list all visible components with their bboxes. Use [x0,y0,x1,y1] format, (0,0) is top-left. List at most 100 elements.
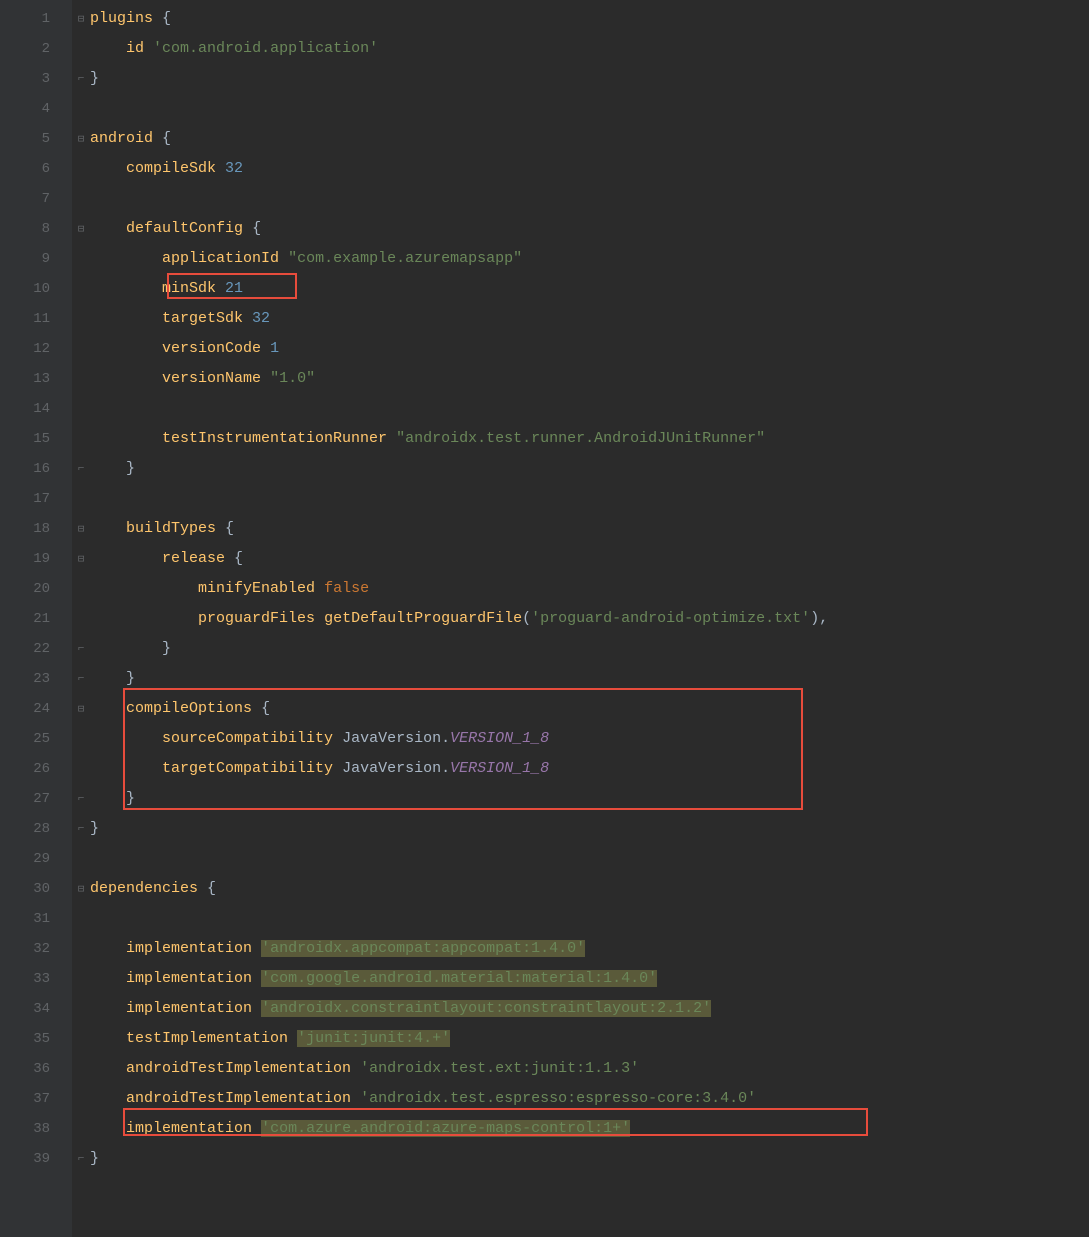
code-line[interactable]: implementation 'com.azure.android:azure-… [90,1114,1089,1144]
code-line[interactable] [90,904,1089,934]
line-number: 7 [0,184,72,214]
token-static: VERSION_1_8 [450,730,549,747]
token-fn: buildTypes [126,520,216,537]
code-line[interactable]: applicationId "com.example.azuremapsapp" [90,244,1089,274]
token-fn: sourceCompatibility [162,730,333,747]
code-line[interactable]: minifyEnabled false [90,574,1089,604]
fold-open-icon[interactable]: ⊟ [72,694,90,724]
fold-close-icon[interactable]: ⌐ [72,664,90,694]
line-number: 2 [0,34,72,64]
code-line[interactable]: implementation 'androidx.appcompat:appco… [90,934,1089,964]
token-punct: , [819,610,828,627]
fold-close-icon[interactable]: ⌐ [72,64,90,94]
code-line[interactable] [90,184,1089,214]
token-fn: release [162,550,225,567]
token-punct: ) [810,610,819,627]
line-number: 38 [0,1114,72,1144]
code-line[interactable]: implementation 'androidx.constraintlayou… [90,994,1089,1024]
token-plain [315,610,324,627]
code-line[interactable] [90,94,1089,124]
token-str: 'proguard-android-optimize.txt' [531,610,810,627]
line-number: 28 [0,814,72,844]
token-num: 32 [225,160,243,177]
fold-close-icon[interactable]: ⌐ [72,784,90,814]
code-line[interactable]: } [90,454,1089,484]
code-line[interactable]: plugins { [90,4,1089,34]
token-num: 1 [270,340,279,357]
code-line[interactable]: } [90,664,1089,694]
code-line[interactable]: compileOptions { [90,694,1089,724]
code-line[interactable]: buildTypes { [90,514,1089,544]
line-number: 13 [0,364,72,394]
code-line[interactable]: implementation 'com.google.android.mater… [90,964,1089,994]
fold-none [72,1084,90,1114]
code-line[interactable] [90,394,1089,424]
token-plain [90,550,162,567]
code-line[interactable]: release { [90,544,1089,574]
code-line[interactable]: targetSdk 32 [90,304,1089,334]
code-line[interactable]: testImplementation 'junit:junit:4.+' [90,1024,1089,1054]
fold-none [72,964,90,994]
token-plain [333,730,342,747]
token-plain [90,460,126,477]
token-brace: } [90,70,99,87]
line-number: 32 [0,934,72,964]
token-plain [90,520,126,537]
code-line[interactable]: targetCompatibility JavaVersion.VERSION_… [90,754,1089,784]
line-number: 14 [0,394,72,424]
token-plain [243,310,252,327]
token-static: VERSION_1_8 [450,760,549,777]
token-fn: id [126,40,144,57]
fold-none [72,844,90,874]
code-line[interactable] [90,484,1089,514]
fold-open-icon[interactable]: ⊟ [72,214,90,244]
code-line[interactable]: versionCode 1 [90,334,1089,364]
token-plain [90,430,162,447]
code-line[interactable]: } [90,634,1089,664]
token-plain [252,940,261,957]
line-number: 36 [0,1054,72,1084]
token-plain [153,130,162,147]
token-plain [216,160,225,177]
code-line[interactable]: compileSdk 32 [90,154,1089,184]
fold-close-icon[interactable]: ⌐ [72,634,90,664]
line-number-gutter: 1234567891011121314151617181920212223242… [0,0,72,1237]
code-line[interactable]: testInstrumentationRunner "androidx.test… [90,424,1089,454]
code-line[interactable]: android { [90,124,1089,154]
token-plain: JavaVersion [342,760,441,777]
fold-none [72,184,90,214]
fold-open-icon[interactable]: ⊟ [72,874,90,904]
code-line[interactable]: defaultConfig { [90,214,1089,244]
line-number: 39 [0,1144,72,1174]
code-editor-area[interactable]: plugins { id 'com.android.application'} a… [90,0,1089,1237]
token-plain [90,790,126,807]
fold-open-icon[interactable]: ⊟ [72,124,90,154]
code-line[interactable]: } [90,784,1089,814]
line-number: 35 [0,1024,72,1054]
code-line[interactable]: sourceCompatibility JavaVersion.VERSION_… [90,724,1089,754]
code-line[interactable]: minSdk 21 [90,274,1089,304]
token-plain [252,700,261,717]
code-line[interactable]: versionName "1.0" [90,364,1089,394]
code-line[interactable] [90,844,1089,874]
fold-open-icon[interactable]: ⊟ [72,514,90,544]
code-line[interactable]: } [90,1144,1089,1174]
token-brace: { [234,550,243,567]
token-plain [243,220,252,237]
fold-close-icon[interactable]: ⌐ [72,454,90,484]
fold-open-icon[interactable]: ⊟ [72,544,90,574]
fold-close-icon[interactable]: ⌐ [72,1144,90,1174]
code-line[interactable]: proguardFiles getDefaultProguardFile('pr… [90,604,1089,634]
code-line[interactable]: id 'com.android.application' [90,34,1089,64]
code-line[interactable]: androidTestImplementation 'androidx.test… [90,1084,1089,1114]
code-line[interactable]: dependencies { [90,874,1089,904]
token-fn: testImplementation [126,1030,288,1047]
fold-close-icon[interactable]: ⌐ [72,814,90,844]
code-line[interactable]: androidTestImplementation 'androidx.test… [90,1054,1089,1084]
code-line[interactable]: } [90,814,1089,844]
line-number: 33 [0,964,72,994]
fold-open-icon[interactable]: ⊟ [72,4,90,34]
token-fn: versionName [162,370,261,387]
code-line[interactable]: } [90,64,1089,94]
line-number: 8 [0,214,72,244]
